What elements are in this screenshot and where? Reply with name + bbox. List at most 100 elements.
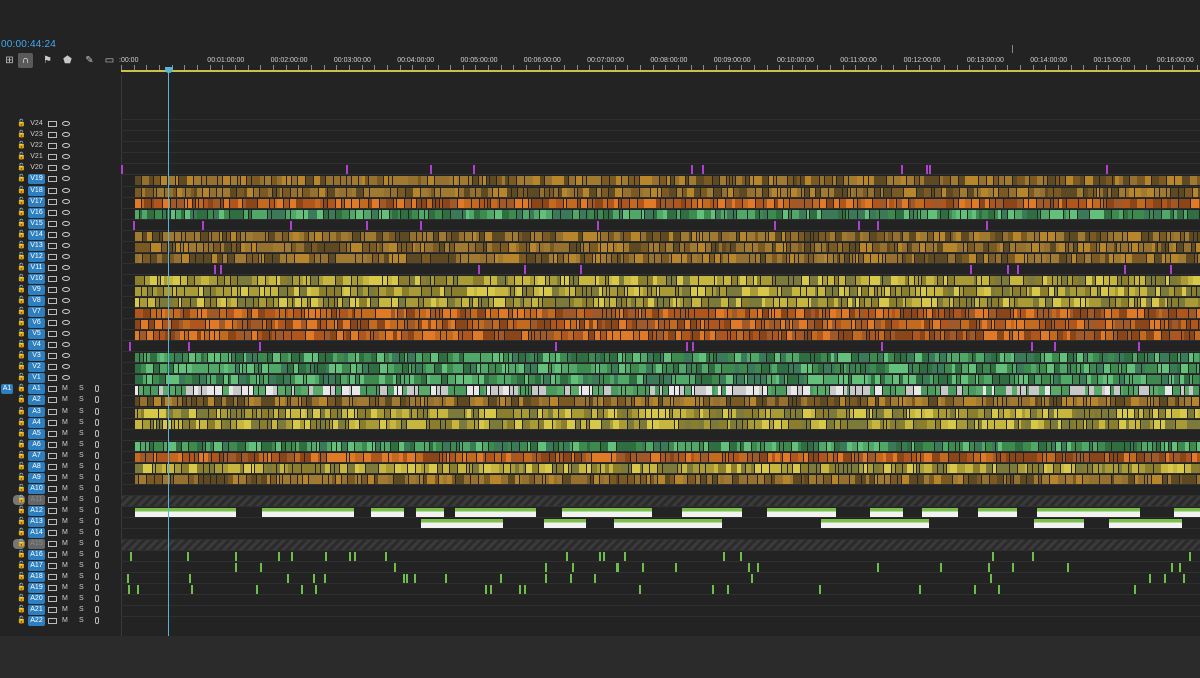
clip[interactable]: [660, 198, 666, 208]
clip[interactable]: [272, 452, 277, 462]
sync-lock-icon[interactable]: [48, 574, 57, 581]
clip[interactable]: [447, 298, 455, 307]
clip[interactable]: [1023, 375, 1029, 385]
clip[interactable]: [135, 176, 142, 186]
clip[interactable]: [1142, 386, 1150, 396]
sync-lock-icon[interactable]: [48, 143, 57, 150]
clip[interactable]: [897, 253, 903, 263]
clip[interactable]: [507, 419, 510, 429]
clip[interactable]: [455, 298, 462, 307]
clip[interactable]: [788, 419, 794, 429]
clip[interactable]: [871, 375, 875, 385]
clip[interactable]: [847, 419, 853, 429]
clip[interactable]: [674, 419, 679, 429]
clip[interactable]: [188, 353, 196, 363]
clip[interactable]: [1123, 264, 1126, 274]
clip[interactable]: [361, 231, 365, 241]
clip[interactable]: [1159, 187, 1167, 197]
clip[interactable]: [399, 231, 403, 241]
clip[interactable]: [1061, 375, 1066, 385]
clip[interactable]: [574, 452, 581, 462]
clip[interactable]: [422, 364, 426, 374]
clip[interactable]: [816, 463, 821, 473]
clip[interactable]: [1092, 441, 1098, 451]
audio-track-lane[interactable]: [121, 461, 1200, 473]
clip[interactable]: [867, 463, 873, 473]
mic-icon[interactable]: [95, 495, 99, 503]
clip[interactable]: [542, 397, 549, 407]
clip[interactable]: [808, 463, 817, 473]
track-target[interactable]: V22: [28, 141, 45, 151]
clip[interactable]: [1113, 463, 1119, 473]
clip[interactable]: [878, 397, 885, 407]
clip[interactable]: [622, 386, 626, 396]
clip[interactable]: [1055, 452, 1060, 462]
clip[interactable]: [1081, 209, 1090, 219]
clip[interactable]: [211, 452, 219, 462]
clip[interactable]: [489, 419, 497, 429]
clip[interactable]: [491, 463, 499, 473]
clip[interactable]: [895, 286, 902, 296]
clip[interactable]: [834, 375, 839, 385]
clip[interactable]: [908, 242, 912, 252]
clip[interactable]: [418, 209, 424, 219]
clip[interactable]: [455, 375, 463, 385]
clip[interactable]: [609, 298, 617, 307]
clip[interactable]: [174, 419, 179, 429]
clip[interactable]: [1038, 419, 1044, 429]
clip[interactable]: [636, 441, 642, 451]
sync-lock-icon[interactable]: [48, 320, 57, 327]
clip[interactable]: [471, 198, 480, 208]
clip[interactable]: [464, 198, 472, 208]
clip[interactable]: [771, 474, 775, 484]
clip[interactable]: [1058, 198, 1062, 208]
clip[interactable]: [967, 452, 974, 462]
clip[interactable]: [152, 463, 156, 473]
video-track-lane[interactable]: [121, 174, 1200, 186]
clip[interactable]: [793, 474, 801, 484]
clip[interactable]: [776, 176, 784, 186]
clip[interactable]: [956, 375, 961, 385]
clip[interactable]: [912, 331, 920, 341]
clip[interactable]: [692, 253, 697, 263]
clip[interactable]: [1123, 386, 1128, 396]
clip[interactable]: [906, 320, 914, 330]
clip[interactable]: [160, 331, 165, 341]
clip[interactable]: [634, 176, 640, 186]
clip[interactable]: [777, 286, 782, 296]
clip[interactable]: [570, 187, 574, 197]
clip[interactable]: [318, 275, 323, 285]
clip[interactable]: [609, 463, 613, 473]
clip[interactable]: [859, 253, 863, 263]
clip[interactable]: [1168, 242, 1173, 252]
clip[interactable]: [211, 231, 220, 241]
clip[interactable]: [307, 275, 311, 285]
clip[interactable]: [804, 474, 809, 484]
clip[interactable]: [287, 452, 294, 462]
clip[interactable]: [948, 209, 952, 219]
clip[interactable]: [919, 176, 924, 186]
clip[interactable]: [976, 364, 983, 374]
clip[interactable]: [246, 298, 254, 307]
clip[interactable]: [822, 452, 828, 462]
clip[interactable]: [1141, 187, 1147, 197]
clip[interactable]: [394, 463, 401, 473]
clip[interactable]: [556, 320, 564, 330]
clip[interactable]: [142, 209, 147, 219]
clip[interactable]: [371, 353, 377, 363]
clip[interactable]: [1084, 242, 1090, 252]
eye-icon[interactable]: [62, 353, 70, 359]
clip[interactable]: [678, 419, 685, 429]
clip[interactable]: [772, 187, 778, 197]
clip[interactable]: [895, 331, 899, 341]
clip[interactable]: [927, 209, 934, 219]
clip[interactable]: [414, 375, 421, 385]
clip[interactable]: [823, 408, 829, 418]
clip[interactable]: [334, 286, 341, 296]
clip[interactable]: [960, 320, 969, 330]
clip[interactable]: [982, 209, 988, 219]
lock-icon[interactable]: 🔓: [17, 430, 26, 438]
clip[interactable]: [812, 331, 817, 341]
clip[interactable]: [772, 364, 777, 374]
clip[interactable]: [667, 209, 674, 219]
